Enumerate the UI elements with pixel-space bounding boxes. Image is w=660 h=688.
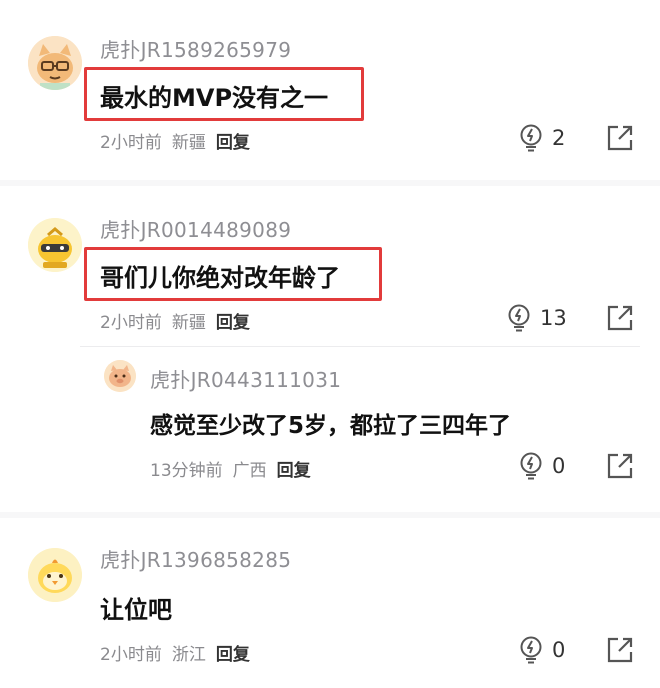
- comment-text: 哥们儿你绝对改年龄了: [100, 264, 340, 292]
- reply-button[interactable]: 回复: [216, 645, 250, 665]
- username[interactable]: 虎扑JR1589265979: [100, 34, 291, 63]
- comment-meta: 2小时前 浙江 回复: [100, 640, 250, 665]
- comment-card: 虎扑JR1396858285 让位吧 2小时前 浙江 回复 0: [0, 518, 660, 688]
- avatar[interactable]: [28, 548, 82, 602]
- avatar[interactable]: [28, 36, 82, 90]
- lightbulb-like-icon: [520, 124, 542, 152]
- timestamp: 13分钟前: [150, 461, 223, 481]
- reply-button[interactable]: 回复: [216, 313, 250, 333]
- comment-card: 虎扑JR0014489089 哥们儿你绝对改年龄了 2小时前新疆回复 13: [0, 186, 660, 512]
- location: 广西: [232, 461, 267, 481]
- reply-button[interactable]: 回复: [216, 133, 250, 153]
- like-count: 13: [540, 306, 567, 330]
- avatar[interactable]: [28, 218, 82, 272]
- reply-divider: [80, 346, 640, 347]
- reply-text: 感觉至少改了5岁，都拉了三四年了: [150, 413, 512, 439]
- timestamp: 2小时前: [100, 133, 162, 153]
- comment-text: 让位吧: [100, 596, 172, 624]
- like-count: 0: [552, 638, 566, 662]
- share-icon: [607, 637, 633, 663]
- share-icon: [607, 125, 633, 151]
- comment-card: 虎扑JR1589265979 最水的MVP没有之一 2小时前 新疆 回复 2: [0, 0, 660, 180]
- lightbulb-like-icon: [520, 636, 542, 664]
- like-count: 0: [552, 454, 566, 478]
- like-count: 2: [552, 126, 566, 150]
- like-button[interactable]: 0: [518, 452, 565, 480]
- share-button[interactable]: [606, 636, 634, 668]
- comment-meta: 2小时前 新疆 回复: [100, 308, 250, 333]
- timestamp: 2小时前: [100, 645, 162, 665]
- username[interactable]: 虎扑JR0014489089: [100, 214, 291, 243]
- reply-meta: 13分钟前 广西 回复: [150, 456, 311, 481]
- like-button[interactable]: 0: [518, 636, 565, 664]
- username[interactable]: 虎扑JR1396858285: [100, 544, 291, 573]
- reply-avatar[interactable]: [104, 360, 136, 392]
- location: 新疆: [171, 133, 206, 153]
- lightbulb-like-icon: [508, 304, 530, 332]
- timestamp: 2小时前: [100, 313, 162, 333]
- share-button[interactable]: [606, 452, 634, 484]
- lightbulb-like-icon: [520, 452, 542, 480]
- robot-avatar-icon: [28, 218, 82, 272]
- location: 新疆: [171, 313, 206, 333]
- chick-avatar-icon: [28, 548, 82, 602]
- comment-text: 最水的MVP没有之一: [100, 84, 329, 112]
- comment-meta: 2小时前 新疆 回复: [100, 128, 250, 153]
- location: 浙江: [171, 645, 206, 665]
- like-button[interactable]: 2: [518, 124, 565, 152]
- share-button[interactable]: [606, 124, 634, 156]
- share-icon: [607, 453, 633, 479]
- like-button[interactable]: 13: [506, 304, 567, 332]
- reply-username[interactable]: 虎扑JR0443111031: [150, 364, 341, 393]
- share-button[interactable]: [606, 304, 634, 336]
- share-icon: [607, 305, 633, 331]
- reply-button[interactable]: 回复: [277, 461, 311, 481]
- pig-avatar-icon: [104, 360, 136, 392]
- cat-avatar-icon: [28, 36, 82, 90]
